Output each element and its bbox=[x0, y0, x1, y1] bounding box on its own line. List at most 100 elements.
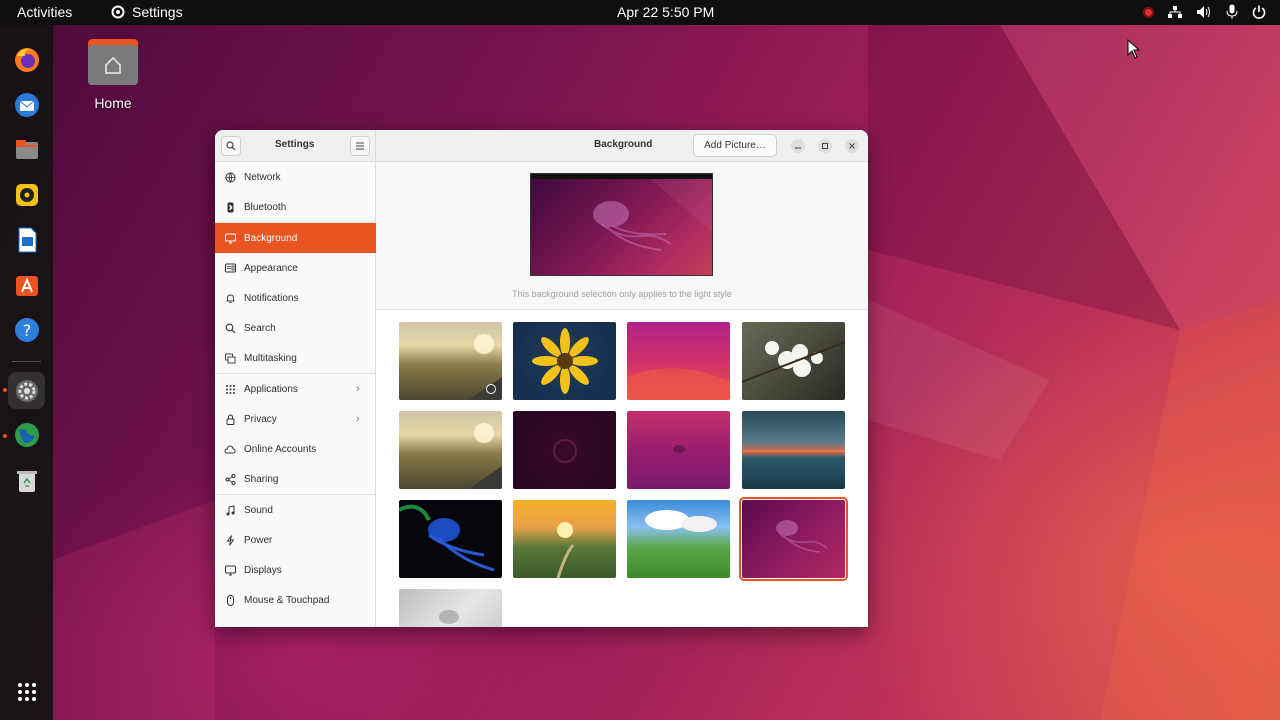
preview-area: This background selection only applies t… bbox=[376, 162, 868, 310]
app-center-launcher[interactable] bbox=[8, 266, 45, 303]
running-indicator bbox=[3, 388, 7, 392]
sidebar-item-label: Sound bbox=[244, 504, 273, 516]
sidebar-item-network[interactable]: Network bbox=[215, 162, 376, 192]
writer-launcher[interactable] bbox=[8, 221, 45, 258]
trash-launcher[interactable] bbox=[8, 462, 45, 499]
sidebar-item-label: Background bbox=[244, 232, 298, 244]
wallpaper-thumb[interactable] bbox=[627, 411, 730, 489]
sidebar-item-privacy[interactable]: Privacy › bbox=[215, 404, 376, 434]
background-preview bbox=[530, 173, 713, 276]
sidebar-item-label: Displays bbox=[244, 564, 282, 576]
wallpaper-thumb[interactable] bbox=[399, 500, 502, 578]
sidebar-item-sharing[interactable]: Sharing bbox=[215, 464, 376, 494]
app-menu[interactable]: Settings bbox=[110, 4, 183, 20]
wallpaper-thumb[interactable] bbox=[399, 589, 502, 627]
close-button[interactable] bbox=[845, 139, 859, 153]
preview-note: This background selection only applies t… bbox=[512, 289, 732, 299]
mouse-cursor-icon bbox=[1127, 39, 1141, 59]
music-note-icon bbox=[226, 504, 234, 515]
search-icon bbox=[225, 323, 235, 333]
app-menu-label: Settings bbox=[132, 4, 183, 20]
settings-window: Settings Background Add Picture… Network… bbox=[215, 130, 868, 627]
sidebar-item-appearance[interactable]: Appearance bbox=[215, 253, 376, 283]
dock-separator bbox=[12, 361, 41, 362]
wallpaper-thumb[interactable] bbox=[742, 411, 845, 489]
current-indicator-icon bbox=[486, 384, 496, 394]
chevron-right-icon: › bbox=[356, 413, 360, 425]
wallpaper-thumb[interactable] bbox=[513, 500, 616, 578]
sidebar-item-applications[interactable]: Applications › bbox=[215, 374, 376, 404]
search-button[interactable] bbox=[221, 136, 241, 156]
sidebar-item-label: Mouse & Touchpad bbox=[244, 594, 330, 606]
network-icon[interactable] bbox=[1168, 5, 1182, 19]
wallpaper-thumb[interactable] bbox=[513, 322, 616, 400]
bluetooth-icon bbox=[227, 202, 233, 212]
running-indicator bbox=[3, 434, 7, 438]
wallpaper-thumb[interactable] bbox=[627, 500, 730, 578]
power-menu-icon[interactable] bbox=[1252, 5, 1266, 19]
wallpaper-thumb[interactable] bbox=[513, 411, 616, 489]
sidebar-item-notifications[interactable]: Notifications bbox=[215, 283, 376, 313]
wallpaper-thumb-selected[interactable] bbox=[739, 497, 848, 581]
activities-button[interactable]: Activities bbox=[17, 4, 72, 20]
files-launcher[interactable] bbox=[8, 131, 45, 168]
volume-icon[interactable] bbox=[1196, 5, 1212, 19]
system-tray[interactable] bbox=[1143, 4, 1266, 20]
desktop-home-folder[interactable]: Home bbox=[84, 37, 142, 111]
settings-launcher[interactable] bbox=[8, 372, 45, 409]
sidebar-header: Settings bbox=[215, 130, 376, 162]
sidebar-item-displays[interactable]: Displays bbox=[215, 555, 376, 585]
home-folder-label: Home bbox=[94, 95, 132, 111]
main-menu-button[interactable] bbox=[350, 136, 370, 156]
rhythmbox-launcher[interactable] bbox=[8, 176, 45, 213]
maximize-button[interactable] bbox=[818, 139, 832, 153]
sidebar-item-background[interactable]: Background bbox=[215, 223, 376, 253]
wallpaper-thumb[interactable] bbox=[399, 411, 502, 489]
settings-sidebar: Network Bluetooth Background Appearance … bbox=[215, 162, 376, 627]
page-title: Background bbox=[594, 139, 653, 150]
apps-icon bbox=[225, 384, 235, 394]
sidebar-item-multitasking[interactable]: Multitasking bbox=[215, 343, 376, 373]
sidebar-item-label: Sharing bbox=[244, 473, 279, 485]
sidebar-item-label: Power bbox=[244, 534, 273, 546]
home-folder-icon bbox=[86, 37, 140, 87]
firefox-launcher[interactable] bbox=[8, 41, 45, 78]
wallpaper-thumb[interactable] bbox=[627, 322, 730, 400]
sidebar-item-label: Bluetooth bbox=[244, 201, 287, 213]
thunderbird-launcher[interactable] bbox=[8, 86, 45, 123]
help-launcher[interactable]: ? bbox=[8, 311, 45, 348]
app-grid-icon bbox=[17, 682, 36, 701]
recording-indicator-icon[interactable] bbox=[1143, 6, 1154, 18]
chevron-right-icon: › bbox=[356, 383, 360, 395]
show-apps-button[interactable] bbox=[8, 673, 45, 710]
microphone-icon[interactable] bbox=[1226, 4, 1238, 20]
thunderbird-icon bbox=[14, 92, 39, 117]
dock: ? bbox=[0, 25, 53, 720]
sidebar-item-label: Online Accounts bbox=[244, 443, 317, 455]
sidebar-item-mouse-touchpad[interactable]: Mouse & Touchpad bbox=[215, 585, 376, 615]
sidebar-item-bluetooth[interactable]: Bluetooth bbox=[215, 192, 376, 222]
minimize-button[interactable] bbox=[791, 139, 805, 153]
firefox-icon bbox=[14, 47, 39, 72]
globe-launcher[interactable] bbox=[8, 416, 45, 453]
minimize-icon bbox=[795, 147, 801, 149]
display-icon bbox=[224, 233, 236, 243]
close-icon bbox=[849, 143, 855, 149]
sidebar-item-sound[interactable]: Sound bbox=[215, 495, 376, 525]
share-icon bbox=[225, 473, 235, 485]
sidebar-item-label: Appearance bbox=[244, 262, 298, 274]
search-icon bbox=[226, 141, 236, 151]
sidebar-item-online-accounts[interactable]: Online Accounts bbox=[215, 434, 376, 464]
add-picture-button[interactable]: Add Picture… bbox=[693, 134, 777, 157]
hamburger-icon bbox=[356, 142, 364, 150]
globe-icon bbox=[225, 172, 235, 183]
rhythmbox-icon bbox=[15, 183, 38, 206]
clock[interactable]: Apr 22 5:50 PM bbox=[617, 4, 714, 20]
wallpaper-thumb[interactable] bbox=[742, 322, 845, 400]
jellyfish-image bbox=[593, 179, 712, 251]
sidebar-item-power[interactable]: Power bbox=[215, 525, 376, 555]
sidebar-item-search[interactable]: Search bbox=[215, 313, 376, 343]
appearance-icon bbox=[224, 263, 236, 272]
wallpaper-thumb[interactable] bbox=[399, 322, 502, 400]
sidebar-item-label: Network bbox=[244, 171, 281, 183]
